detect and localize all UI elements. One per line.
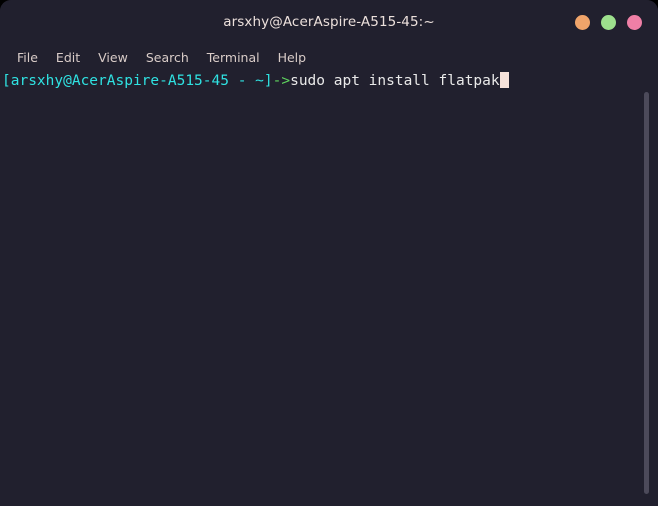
terminal-text-segment: [arsxhy@AcerAspire-A515-45 - ~] [2, 73, 273, 89]
window-controls [575, 0, 642, 44]
terminal-text-segment: -> [272, 73, 291, 89]
menu-item-file[interactable]: File [8, 48, 47, 67]
window-title: arsxhy@AcerAspire-A515-45:~ [223, 14, 435, 30]
maximize-button[interactable] [601, 14, 616, 30]
terminal-screen[interactable]: [arsxhy@AcerAspire-A515-45 - ~]->sudo ap… [0, 72, 644, 506]
menu-item-help[interactable]: Help [269, 48, 316, 67]
close-button[interactable] [627, 14, 642, 30]
terminal-text-segment: sudo apt install flatpak [290, 73, 500, 89]
minimize-button[interactable] [575, 14, 590, 30]
menu-item-search[interactable]: Search [137, 48, 198, 67]
menu-bar: File Edit View Search Terminal Help [0, 44, 658, 70]
terminal-cursor [499, 72, 509, 88]
title-bar[interactable]: arsxhy@AcerAspire-A515-45:~ [0, 0, 658, 44]
terminal-body[interactable]: [arsxhy@AcerAspire-A515-45 - ~]->sudo ap… [0, 70, 658, 506]
menu-item-view[interactable]: View [89, 48, 137, 67]
terminal-scrollbar-track[interactable] [644, 70, 654, 506]
menu-item-terminal[interactable]: Terminal [198, 48, 269, 67]
menu-item-edit[interactable]: Edit [47, 48, 89, 67]
terminal-line: [arsxhy@AcerAspire-A515-45 - ~]->sudo ap… [2, 72, 642, 91]
terminal-scrollbar-thumb[interactable] [644, 92, 649, 494]
terminal-window: arsxhy@AcerAspire-A515-45:~ File Edit Vi… [0, 0, 658, 506]
